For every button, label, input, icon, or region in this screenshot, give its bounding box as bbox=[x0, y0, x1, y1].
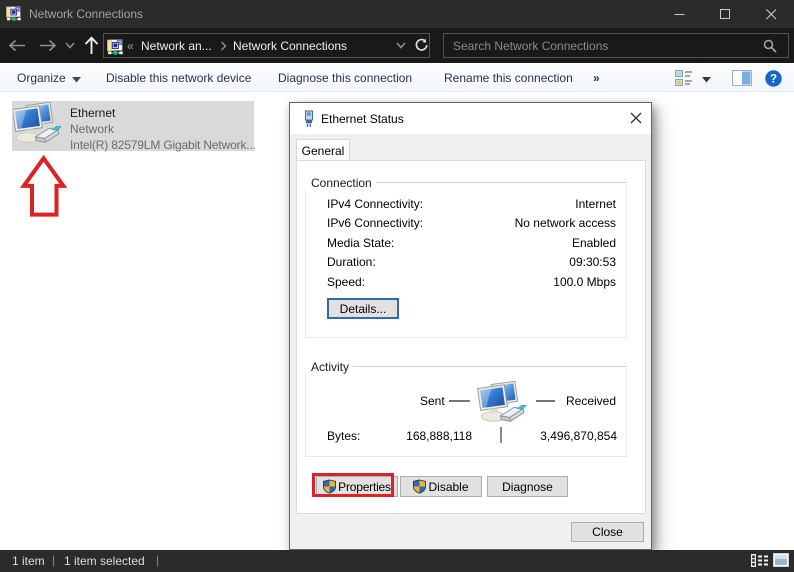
svg-text:?: ? bbox=[770, 74, 777, 86]
